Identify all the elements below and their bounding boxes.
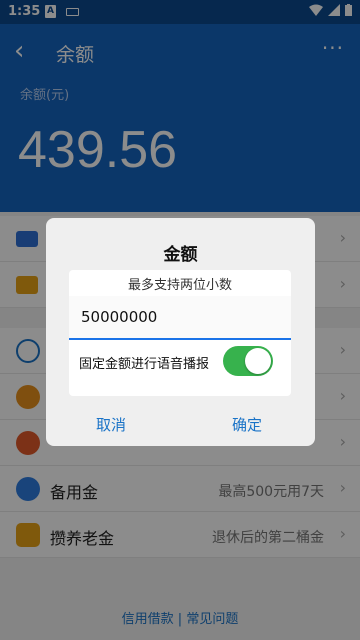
amount-input[interactable]	[69, 296, 291, 340]
dialog-title: 金额	[163, 245, 198, 265]
amount-hint: 最多支持两位小数	[127, 278, 232, 293]
amount-dialog: 金额 最多支持两位小数 固定金额进行语音播报 取消 确定	[46, 218, 315, 446]
voice-broadcast-row: 固定金额进行语音播报	[69, 346, 291, 380]
cancel-button[interactable]: 取消	[96, 414, 126, 435]
confirm-button[interactable]: 确定	[232, 414, 262, 435]
voice-broadcast-toggle[interactable]	[223, 346, 273, 376]
amount-panel: 最多支持两位小数 固定金额进行语音播报	[69, 270, 291, 396]
toggle-knob	[245, 348, 271, 374]
voice-broadcast-label: 固定金额进行语音播报	[79, 357, 210, 372]
